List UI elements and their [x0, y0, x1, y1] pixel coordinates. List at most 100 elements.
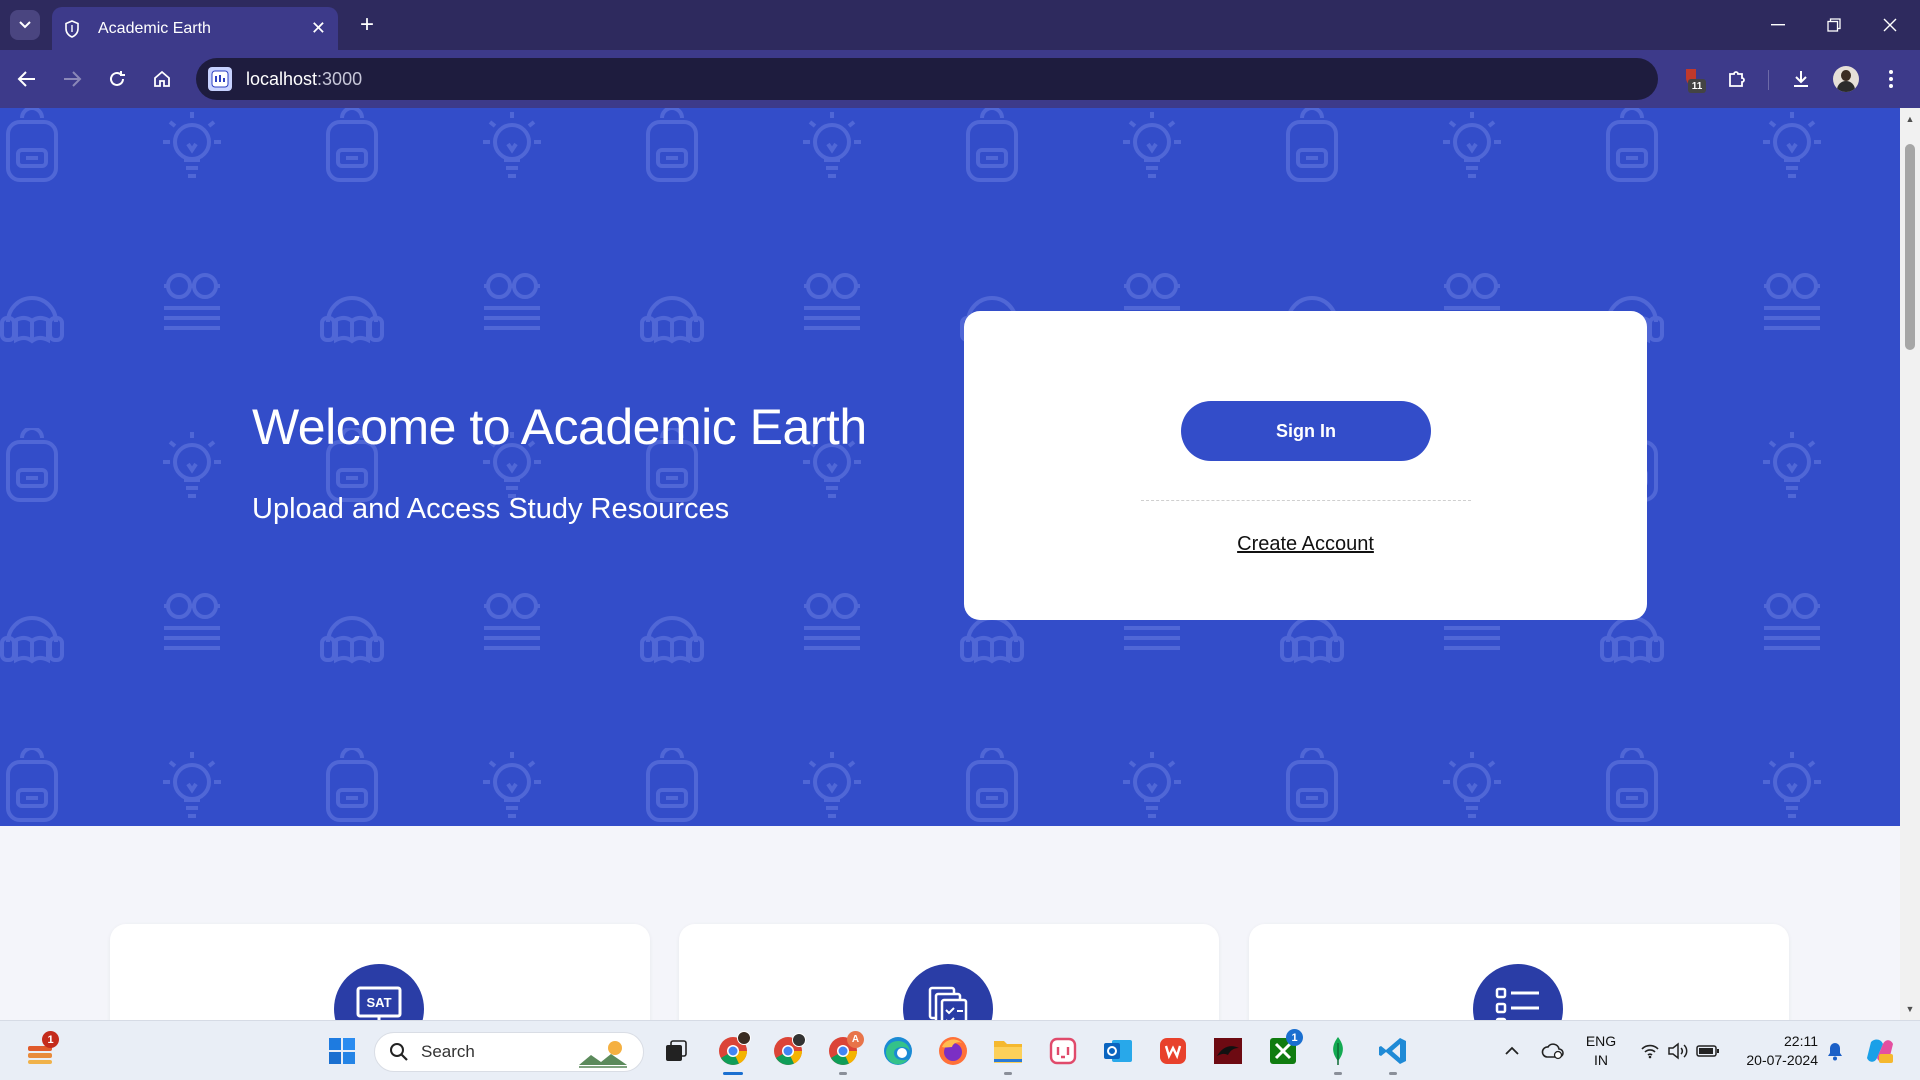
home-button[interactable]	[145, 62, 179, 96]
hero-section: Welcome to Academic Earth Upload and Acc…	[0, 108, 1900, 826]
taskbar-kali-app[interactable]	[1208, 1031, 1248, 1071]
url-text: localhost:3000	[246, 68, 363, 89]
scrollbar-thumb[interactable]	[1905, 144, 1915, 350]
clock[interactable]: 22:11 20-07-2024	[1732, 1032, 1818, 1070]
taskbar-snipping-app[interactable]	[1043, 1031, 1083, 1071]
wps-office-icon	[1160, 1038, 1186, 1064]
tab-search-button[interactable]	[10, 10, 40, 40]
task-view-button[interactable]	[656, 1031, 696, 1071]
avatar	[1833, 66, 1859, 92]
close-window-button[interactable]	[1862, 0, 1918, 50]
xbox-badge: 1	[1286, 1029, 1303, 1046]
region-code: IN	[1594, 1052, 1608, 1068]
page-scrollbar[interactable]: ▲ ▼	[1900, 108, 1920, 1020]
checklist-icon	[1473, 964, 1563, 1020]
language-code: ENG	[1585, 1033, 1617, 1049]
extension-button[interactable]: 11	[1676, 62, 1710, 96]
tab-title: Academic Earth	[98, 19, 211, 37]
auth-divider	[1141, 500, 1471, 501]
language-indicator[interactable]: ENG IN	[1578, 1032, 1624, 1070]
browser-tab-strip: Academic Earth ✕ +	[0, 0, 1920, 50]
start-button[interactable]	[322, 1031, 362, 1071]
hero-subtitle: Upload and Access Study Resources	[252, 493, 730, 525]
downloads-button[interactable]	[1784, 62, 1818, 96]
back-button[interactable]	[10, 62, 44, 96]
search-icon	[390, 1043, 408, 1061]
taskbar-chrome-profile-2[interactable]	[768, 1031, 808, 1071]
chevron-up-icon	[1505, 1046, 1519, 1055]
browser-menu-button[interactable]	[1874, 62, 1908, 96]
minimize-button[interactable]	[1750, 0, 1806, 50]
create-account-link[interactable]: Create Account	[964, 533, 1647, 556]
windows-logo-icon	[329, 1038, 355, 1064]
scroll-down-arrow-icon[interactable]: ▼	[1900, 1000, 1920, 1018]
scroll-up-arrow-icon[interactable]: ▲	[1900, 110, 1920, 128]
puzzle-icon	[1729, 71, 1745, 87]
extensions-menu-button[interactable]	[1720, 62, 1754, 96]
taskbar-outlook[interactable]	[1098, 1031, 1138, 1071]
battery-icon	[1696, 1045, 1719, 1057]
dragon-terminal-icon	[1214, 1038, 1242, 1064]
feature-card-checklist[interactable]	[1249, 924, 1789, 1020]
taskbar-wps-office[interactable]	[1153, 1031, 1193, 1071]
sat-presentation-icon: SAT	[334, 964, 424, 1020]
taskbar-chrome-profile-3[interactable]: A	[823, 1031, 864, 1075]
notifications-button[interactable]	[1815, 1031, 1855, 1071]
taskbar-search[interactable]: Search	[374, 1032, 644, 1072]
cloud-sync-icon	[1541, 1043, 1564, 1060]
weather-widget[interactable]: 1	[20, 1031, 60, 1071]
firefox-icon	[939, 1037, 967, 1065]
home-icon	[154, 70, 170, 87]
arrow-left-icon	[17, 71, 35, 87]
feature-card-sat[interactable]: SAT	[110, 924, 650, 1020]
edge-icon	[884, 1037, 912, 1065]
tab-academic-earth[interactable]: Academic Earth ✕	[52, 7, 338, 50]
arrow-right-icon	[64, 71, 82, 87]
reload-button[interactable]	[100, 62, 134, 96]
active-indicator	[723, 1072, 743, 1075]
feature-card-documents[interactable]	[679, 924, 1219, 1020]
clock-time: 22:11	[1784, 1033, 1818, 1049]
battery-status[interactable]	[1688, 1031, 1728, 1071]
taskbar-vscode[interactable]	[1373, 1031, 1413, 1075]
taskbar-file-explorer[interactable]	[988, 1031, 1028, 1075]
weather-badge: 1	[42, 1031, 59, 1048]
onedrive-tray-button[interactable]	[1533, 1031, 1573, 1071]
address-bar[interactable]: localhost:3000	[196, 58, 1658, 100]
extension-badge: 11	[1688, 79, 1706, 93]
close-icon	[1883, 18, 1897, 32]
snipping-tool-icon	[1049, 1037, 1077, 1065]
profile-avatar-overlay	[792, 1033, 806, 1047]
features-section: SAT	[0, 826, 1900, 1020]
close-tab-icon[interactable]: ✕	[311, 18, 326, 39]
taskbar-firefox[interactable]	[933, 1031, 973, 1071]
clock-date: 20-07-2024	[1746, 1052, 1818, 1068]
taskbar-mongodb[interactable]	[1318, 1031, 1358, 1075]
copilot-icon	[1867, 1039, 1893, 1063]
running-indicator	[1334, 1072, 1342, 1075]
reload-icon	[110, 71, 125, 86]
chevron-down-icon	[19, 21, 31, 29]
windows-taskbar: 1 Search A 1 ENG IN 22:11 20-07-2024	[0, 1020, 1920, 1080]
taskbar-xbox[interactable]: 1	[1263, 1029, 1303, 1071]
outlook-icon	[1104, 1040, 1132, 1062]
taskbar-edge[interactable]	[878, 1031, 918, 1071]
taskbar-chrome-active[interactable]	[713, 1031, 753, 1075]
sign-in-button[interactable]: Sign In	[1181, 401, 1431, 461]
documents-checklist-icon	[903, 964, 993, 1020]
copilot-button[interactable]	[1860, 1031, 1900, 1071]
shield-icon	[64, 19, 84, 38]
show-hidden-icons-button[interactable]	[1492, 1031, 1532, 1071]
auth-card: Sign In Create Account	[964, 311, 1647, 620]
toolbar-divider	[1768, 70, 1769, 90]
mongodb-leaf-icon	[1333, 1037, 1343, 1065]
forward-button[interactable]	[55, 62, 89, 96]
new-tab-button[interactable]: +	[352, 10, 382, 40]
restore-icon	[1827, 18, 1841, 32]
minimize-icon	[1771, 24, 1785, 26]
download-icon	[1794, 71, 1808, 87]
site-info-icon[interactable]	[208, 67, 232, 91]
profile-button[interactable]	[1829, 62, 1863, 96]
restore-button[interactable]	[1806, 0, 1862, 50]
search-placeholder: Search	[421, 1042, 475, 1061]
